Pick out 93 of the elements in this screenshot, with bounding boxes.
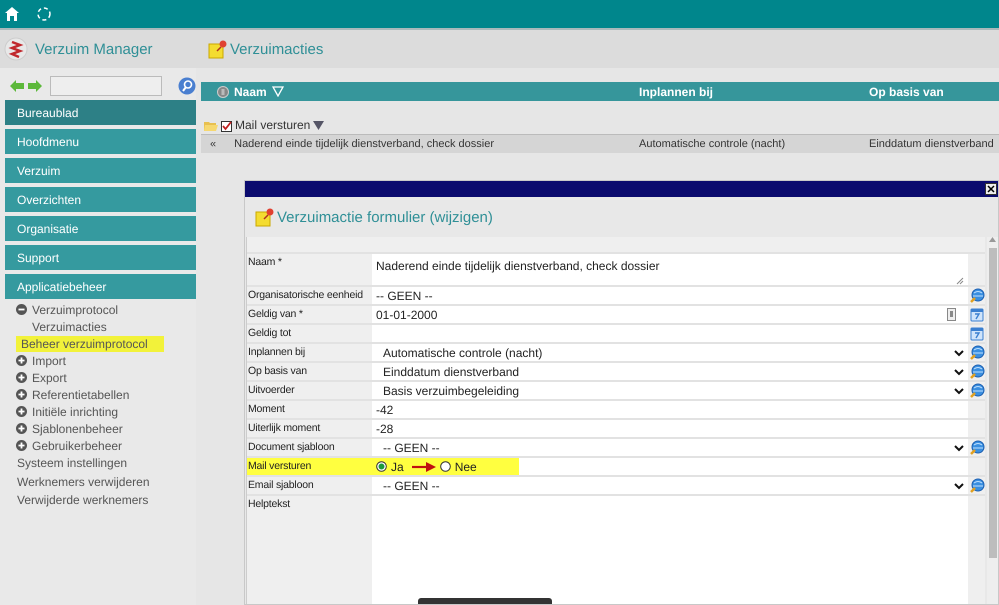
- tree-item[interactable]: Initiële inrichting: [30, 404, 120, 418]
- input-field[interactable]: -- GEEN --: [372, 287, 968, 304]
- sticky-note-icon: [255, 207, 275, 227]
- field-label: Inplannen bij: [247, 345, 306, 360]
- field-label: Mail versturen: [247, 458, 372, 475]
- table-cell: Naderend einde tijdelijk dienstverband, check dossier: [234, 138, 494, 150]
- tree-item[interactable]: Sjablonenbeheer: [30, 422, 125, 436]
- chevron-down-icon[interactable]: [954, 348, 964, 356]
- checked-checkbox-icon[interactable]: [221, 121, 232, 132]
- calendar-icon: [970, 326, 984, 340]
- chevron-down-icon[interactable]: [954, 482, 964, 490]
- menu-item[interactable]: Bureaublad: [5, 100, 196, 125]
- plus-circle-icon[interactable]: [16, 372, 27, 383]
- menu-item[interactable]: Support: [5, 245, 196, 270]
- home-icon[interactable]: [4, 6, 20, 22]
- calendar-icon: [970, 308, 984, 322]
- menu-item[interactable]: Organisatie: [5, 216, 196, 241]
- globe-search-icon: [968, 364, 984, 380]
- tree-item[interactable]: Referentietabellen: [30, 388, 132, 402]
- radio-selected-icon[interactable]: [376, 461, 387, 472]
- tree-item[interactable]: Verwijderde werknemers: [15, 493, 150, 508]
- globe-search-icon: [968, 382, 984, 398]
- expand-button[interactable]: «: [210, 138, 216, 150]
- globe-search-icon: [968, 344, 984, 360]
- chevron-down-icon[interactable]: [954, 444, 964, 452]
- field-label: Moment: [247, 402, 286, 417]
- column-header[interactable]: Naam: [234, 84, 267, 98]
- radio-icon[interactable]: [440, 461, 451, 472]
- tree-item[interactable]: Gebruikerbeheer: [30, 438, 124, 452]
- close-button[interactable]: [985, 183, 997, 195]
- field-label: Document sjabloon: [247, 440, 336, 455]
- radio-label[interactable]: Ja: [391, 460, 404, 474]
- field-label: Op basis van: [247, 364, 308, 379]
- field-label: Naam *: [247, 255, 283, 270]
- menu-item[interactable]: Verzuim: [5, 158, 196, 183]
- menu-item[interactable]: Hoofdmenu: [5, 129, 196, 154]
- resize-grip-icon: [956, 277, 964, 285]
- dropdown-triangle-icon[interactable]: [313, 120, 324, 130]
- menu-item[interactable]: Applicatiebeheer: [5, 274, 196, 299]
- text-area[interactable]: Naderend einde tijdelijk dienstverband, check dossier: [372, 254, 968, 285]
- date-field[interactable]: 01-01-2000: [372, 306, 968, 323]
- globe-search-icon: [968, 478, 984, 494]
- field-label: Helptekst: [247, 497, 292, 512]
- tree-item[interactable]: Werknemers verwijderen: [15, 474, 152, 489]
- column-header[interactable]: Inplannen bij: [639, 84, 713, 98]
- field-label: Geldig van *: [247, 307, 304, 322]
- input-field[interactable]: [372, 325, 968, 342]
- table-cell: Einddatum dienstverband: [869, 138, 994, 150]
- minus-circle-icon[interactable]: [16, 304, 27, 315]
- dropdown-field[interactable]: Einddatum dienstverband: [372, 363, 968, 380]
- tree-item[interactable]: Export: [30, 370, 69, 384]
- globe-search-icon: [968, 288, 984, 304]
- radio-label[interactable]: Nee: [454, 460, 477, 474]
- sticky-note-icon: [208, 39, 228, 59]
- tree-item[interactable]: Verzuimacties: [30, 320, 109, 334]
- field-label: Geldig tot: [247, 326, 292, 341]
- tree-item[interactable]: Verzuimprotocol: [30, 302, 120, 316]
- tree-item[interactable]: Import: [30, 354, 68, 368]
- plus-circle-icon[interactable]: [16, 423, 27, 434]
- date-picker-icon[interactable]: [947, 308, 956, 321]
- field-label: Email sjabloon: [247, 478, 314, 493]
- tree-item[interactable]: Beheer verzuimprotocol: [16, 336, 164, 352]
- plus-circle-icon[interactable]: [16, 440, 27, 451]
- field-label: Uiterlijk moment: [247, 421, 322, 436]
- chevron-down-icon[interactable]: [954, 368, 964, 376]
- plus-circle-icon[interactable]: [16, 389, 27, 400]
- menu-item[interactable]: Overzichten: [5, 187, 196, 212]
- filter-icon[interactable]: [272, 86, 284, 97]
- close-icon: [987, 185, 995, 193]
- field-label: Organisatorische eenheid: [247, 288, 364, 303]
- dropdown-field[interactable]: Basis verzuimbegeleiding: [372, 382, 968, 399]
- scrollbar[interactable]: [987, 237, 998, 604]
- dialog-title: Verzuimactie formulier (wijzigen): [277, 208, 493, 226]
- dropdown-field[interactable]: Automatische controle (nacht): [372, 344, 968, 361]
- table-cell: Automatische controle (nacht): [639, 138, 786, 150]
- search-field[interactable]: [50, 76, 162, 96]
- page-title: Verzuimacties: [230, 40, 324, 58]
- spiral-logo-icon: [4, 37, 28, 61]
- tree-item[interactable]: Systeem instellingen: [15, 456, 130, 470]
- app-title: Verzuim Manager: [35, 40, 153, 58]
- input-field[interactable]: -28: [372, 420, 968, 437]
- dropdown-field[interactable]: -- GEEN --: [372, 439, 968, 456]
- input-field[interactable]: -42: [372, 401, 968, 418]
- plus-circle-icon[interactable]: [16, 406, 27, 417]
- refresh-circle-icon[interactable]: [36, 6, 52, 22]
- search-icon[interactable]: [178, 77, 196, 95]
- dropdown-field[interactable]: -- GEEN --: [372, 477, 968, 494]
- globe-search-icon: [968, 440, 984, 456]
- group-label: Mail versturen: [235, 118, 310, 132]
- plus-circle-icon[interactable]: [16, 355, 27, 366]
- column-header[interactable]: Op basis van: [869, 84, 944, 98]
- chevron-down-icon[interactable]: [954, 386, 964, 394]
- field-label: Uitvoerder: [247, 383, 296, 398]
